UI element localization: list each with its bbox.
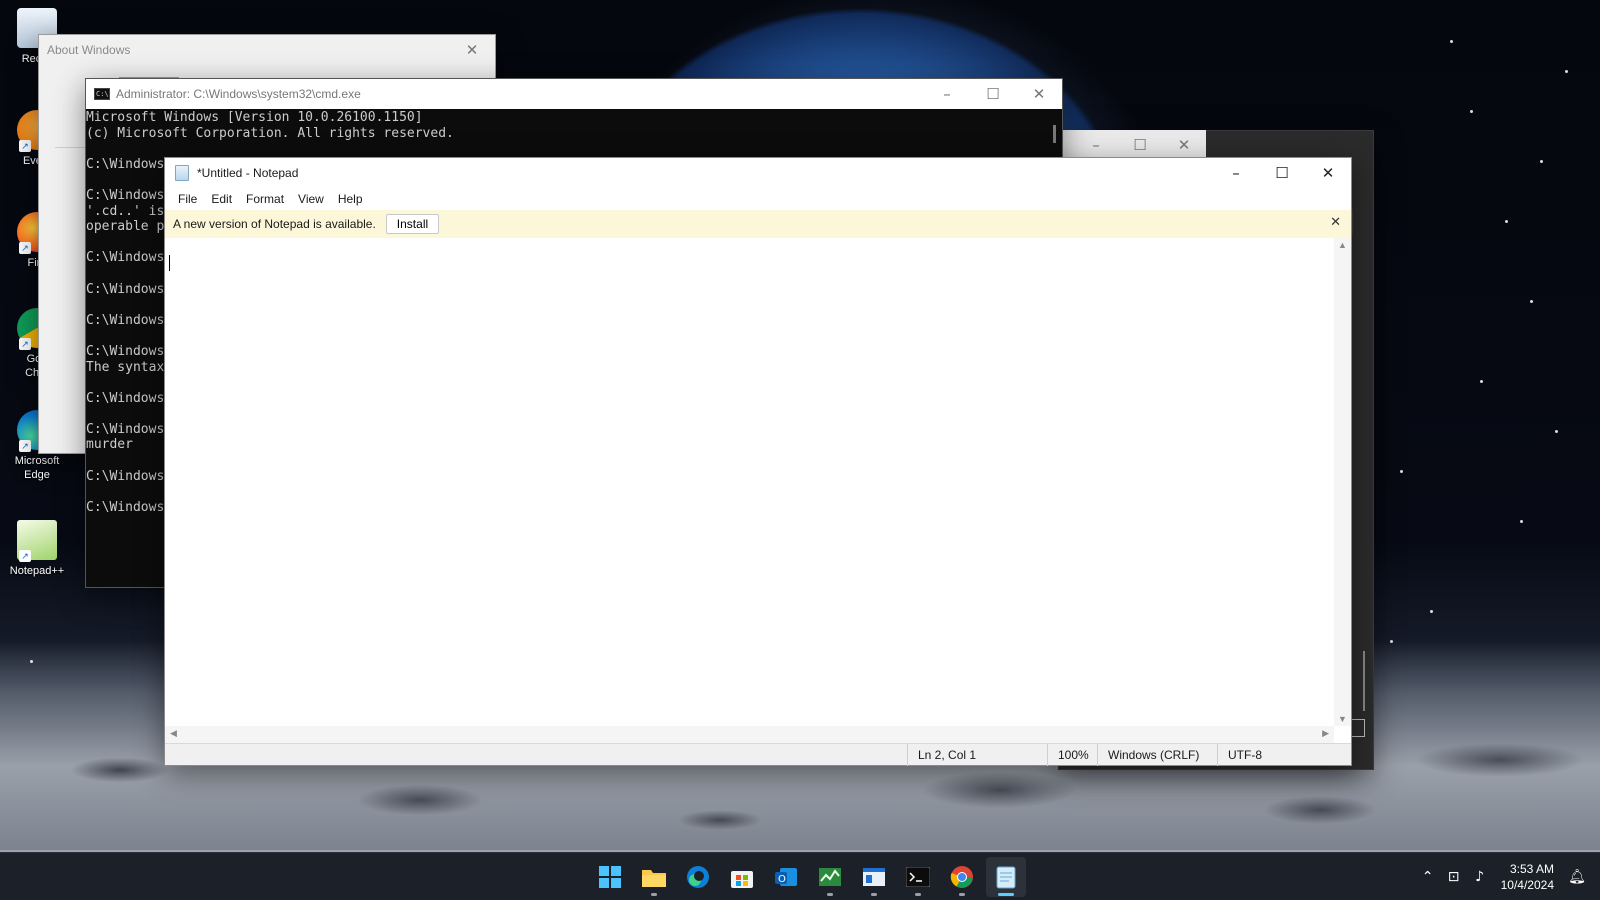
text-caret (169, 255, 170, 271)
vertical-scrollbar[interactable]: ▲ ▼ (1334, 238, 1351, 726)
chrome-icon (950, 866, 973, 888)
update-infobar: A new version of Notepad is available. I… (165, 210, 1351, 238)
status-cursor-position: Ln 2, Col 1 (907, 744, 1047, 766)
menu-edit[interactable]: Edit (204, 188, 239, 210)
network-icon[interactable]: ⊡ (1441, 869, 1467, 885)
explorer-scrollbar[interactable] (1363, 651, 1365, 711)
notepad-window-title: *Untitled - Notepad (197, 166, 299, 180)
cmd-line: Microsoft Windows [Version 10.0.26100.11… (86, 110, 423, 125)
menu-view[interactable]: View (291, 188, 331, 210)
close-icon[interactable]: ✕ (1162, 130, 1206, 160)
status-line-ending: Windows (CRLF) (1097, 744, 1217, 766)
notepadpp-icon: ↗ (17, 520, 57, 562)
scroll-right-icon[interactable]: ▶ (1322, 728, 1329, 739)
horizontal-scrollbar[interactable]: ◀ ▶ (165, 726, 1334, 743)
cmd-maximize-button[interactable]: ☐ (970, 79, 1016, 109)
taskbar-notepad[interactable] (986, 857, 1026, 897)
system-tray: ⌃ ⊡ ♪ 3:53 AM 10/4/2024 🔔︎ (1415, 853, 1590, 900)
taskbar-apps: O (590, 857, 1026, 897)
desktop-icon-notepadpp[interactable]: ↗ Notepad++ (4, 520, 70, 578)
cmd-minimize-button[interactable]: – (924, 79, 970, 109)
desktop-icon-label: Notepad++ (9, 565, 65, 577)
running-indicator (998, 893, 1014, 896)
notepad-text-area[interactable] (165, 238, 1334, 726)
status-zoom: 100% (1047, 744, 1097, 766)
taskbar-task-manager[interactable] (810, 857, 850, 897)
scroll-left-icon[interactable]: ◀ (170, 728, 177, 739)
about-titlebar[interactable]: About Windows ✕ (39, 35, 495, 65)
cmd-window-title: Administrator: C:\Windows\system32\cmd.e… (116, 87, 361, 101)
infobar-close-icon[interactable]: ✕ (1330, 215, 1341, 230)
taskbar: O ⌃ ⊡ ♪ 3:53 AM 10/4/2024 🔔︎ (0, 852, 1600, 900)
cmd-scrollbar-thumb[interactable] (1053, 125, 1056, 143)
scroll-up-icon[interactable]: ▲ (1338, 240, 1347, 250)
notepad-icon (175, 165, 189, 181)
running-indicator (651, 893, 657, 896)
scroll-down-icon[interactable]: ▼ (1338, 714, 1347, 724)
running-indicator (871, 893, 877, 896)
update-message: A new version of Notepad is available. (173, 217, 376, 231)
store-icon (731, 871, 753, 888)
clock-time: 3:53 AM (1509, 862, 1554, 876)
about-close-button[interactable]: ✕ (449, 35, 495, 65)
menu-file[interactable]: File (171, 188, 204, 210)
taskbar-winver[interactable] (854, 857, 894, 897)
taskbar-start-button[interactable] (590, 857, 630, 897)
taskbar-outlook[interactable]: O (766, 857, 806, 897)
taskbar-terminal[interactable] (898, 857, 938, 897)
taskbar-file-explorer[interactable] (634, 857, 674, 897)
notepad-statusbar: Ln 2, Col 1 100% Windows (CRLF) UTF-8 (165, 743, 1351, 766)
notepad-icon (996, 866, 1016, 889)
outlook-icon: O (775, 868, 797, 886)
notepad-close-button[interactable]: ✕ (1305, 158, 1351, 188)
install-button[interactable]: Install (385, 214, 440, 234)
about-window-icon (863, 868, 885, 886)
notepad-window[interactable]: *Untitled - Notepad – ☐ ✕ File Edit Form… (164, 157, 1352, 766)
volume-icon[interactable]: ♪ (1467, 869, 1493, 885)
notepad-minimize-button[interactable]: – (1213, 158, 1259, 188)
task-manager-icon (819, 868, 841, 886)
desktop-icon-label-2: Edge (24, 469, 50, 481)
minimize-icon[interactable]: – (1074, 130, 1118, 160)
windows-logo-icon (599, 866, 621, 888)
chevron-up-icon[interactable]: ⌃ (1415, 869, 1441, 885)
maximize-icon[interactable]: ☐ (1118, 130, 1162, 160)
notification-bell-icon[interactable]: 🔔︎ (1564, 869, 1590, 885)
terminal-icon (906, 867, 930, 887)
cmd-line (86, 141, 1046, 157)
taskbar-edge[interactable] (678, 857, 718, 897)
cmd-titlebar[interactable]: C:\ Administrator: C:\Windows\system32\c… (86, 79, 1062, 109)
cmd-line: (c) Microsoft Corporation. All rights re… (86, 125, 454, 141)
taskbar-clock[interactable]: 3:53 AM 10/4/2024 (1501, 861, 1554, 893)
running-indicator (915, 893, 921, 896)
desktop-icon-label: Microsoft (14, 455, 60, 467)
folder-icon (642, 870, 666, 887)
menu-help[interactable]: Help (331, 188, 370, 210)
menu-format[interactable]: Format (239, 188, 291, 210)
clock-date: 10/4/2024 (1500, 878, 1554, 892)
background-window-titlebar[interactable]: – ☐ ✕ (1058, 130, 1206, 160)
taskbar-microsoft-store[interactable] (722, 857, 762, 897)
edge-icon (687, 866, 709, 888)
about-window-title: About Windows (47, 43, 131, 57)
status-encoding: UTF-8 (1217, 744, 1351, 766)
statusbar-spacer (165, 744, 907, 765)
svg-text:O: O (778, 874, 786, 885)
notepad-menubar: File Edit Format View Help (165, 188, 1351, 210)
cmd-close-button[interactable]: ✕ (1016, 79, 1062, 109)
taskbar-chrome[interactable] (942, 857, 982, 897)
running-indicator (827, 893, 833, 896)
notepad-maximize-button[interactable]: ☐ (1259, 158, 1305, 188)
running-indicator (959, 893, 965, 896)
notepad-titlebar[interactable]: *Untitled - Notepad – ☐ ✕ (165, 158, 1351, 188)
cmd-icon: C:\ (94, 88, 110, 100)
